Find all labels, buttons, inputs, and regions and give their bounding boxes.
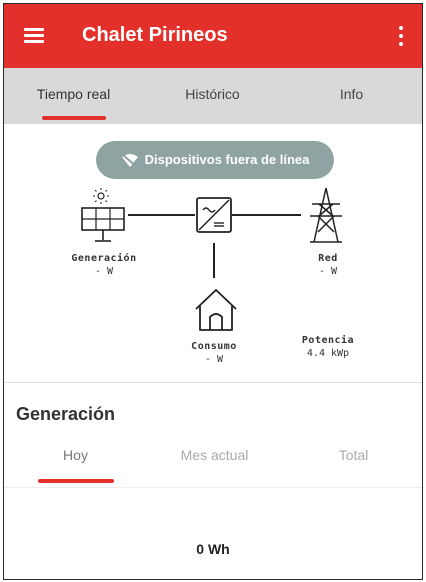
subtab-active-indicator xyxy=(38,479,114,483)
menu-icon[interactable] xyxy=(24,28,44,44)
solar-panel-icon xyxy=(81,188,125,242)
tab-label: Tiempo real xyxy=(36,86,111,102)
subtab-mes-actual[interactable]: Mes actual xyxy=(145,447,284,463)
tab-label: Info xyxy=(339,86,364,102)
tab-tiempo-real[interactable]: Tiempo real xyxy=(4,68,143,124)
power-tower-icon xyxy=(310,187,342,243)
app-frame: Chalet Pirineos Tiempo real Histórico In… xyxy=(3,3,423,580)
subtab-hoy[interactable]: Hoy xyxy=(6,447,145,463)
tab-active-indicator xyxy=(42,116,106,120)
power-value: 4.4 kWp xyxy=(306,348,350,359)
generation-total-value: 0 Wh xyxy=(196,541,230,557)
generation-section: Generación Hoy Mes actual Total 0 Wh xyxy=(4,383,422,579)
main-tabs: Tiempo real Histórico Info xyxy=(4,68,422,124)
realtime-panel: Dispositivos fuera de línea Generación -… xyxy=(4,124,422,383)
inverter-icon xyxy=(196,197,232,233)
consumption-label: Consumo xyxy=(191,341,237,352)
tab-label: Histórico xyxy=(185,86,240,102)
grid-label: Red xyxy=(318,253,338,264)
generation-label: Generación xyxy=(71,253,137,264)
app-title: Chalet Pirineos xyxy=(82,24,228,46)
house-icon xyxy=(195,289,237,331)
consumption-value: - W xyxy=(204,354,224,365)
tab-historico[interactable]: Histórico xyxy=(143,68,282,124)
more-vert-icon[interactable] xyxy=(398,26,404,46)
grid-value: - W xyxy=(318,266,338,277)
generation-card: 0 Wh xyxy=(4,487,422,579)
app-bar: Chalet Pirineos xyxy=(4,4,422,68)
power-label: Potencia xyxy=(301,335,355,346)
tab-info[interactable]: Info xyxy=(282,68,421,124)
generation-value: - W xyxy=(94,266,114,277)
generation-section-title: Generación xyxy=(16,404,116,424)
subtab-total[interactable]: Total xyxy=(284,447,422,463)
